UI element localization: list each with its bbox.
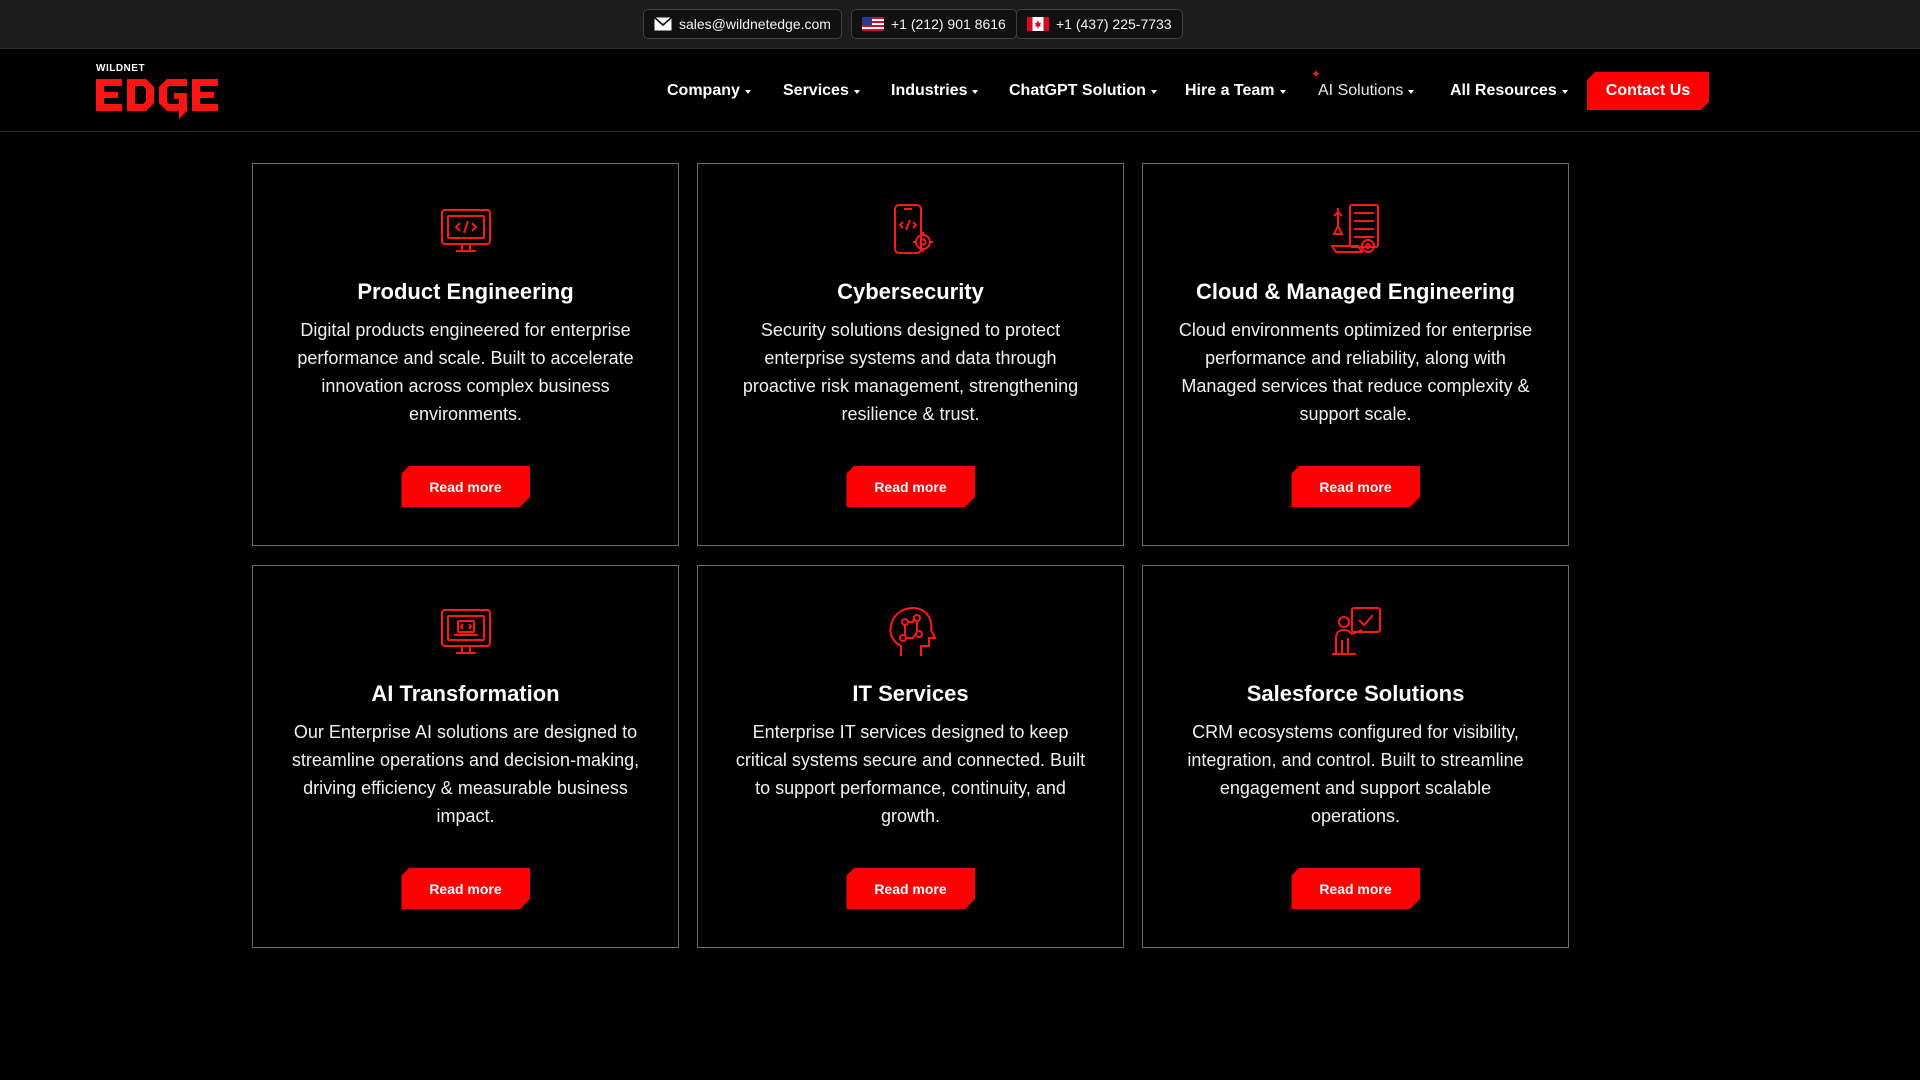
phone-ca-text: +1 (437) 225-7733 (1056, 16, 1172, 32)
circuit-head-icon (889, 606, 937, 656)
nav-chatgpt-solution[interactable]: ChatGPT Solution (1009, 79, 1157, 103)
read-more-button[interactable]: Read more (1291, 868, 1420, 909)
edge-logo-icon (96, 79, 218, 119)
chevron-down-icon (744, 90, 751, 94)
nav-resources-label: All Resources (1450, 82, 1557, 99)
chevron-down-icon (1408, 90, 1415, 94)
logo-wordmark-small: WILDNET (96, 63, 146, 74)
nav-industries[interactable]: Industries (891, 79, 979, 103)
card-description: Our Enterprise AI solutions are designed… (291, 722, 640, 826)
nav-hire-label: Hire a Team (1185, 82, 1275, 99)
read-more-button[interactable]: Read more (846, 466, 975, 507)
presenter-check-icon (1331, 607, 1381, 655)
card-description: CRM ecosystems configured for visibility… (1187, 722, 1524, 826)
nav-hire-a-team[interactable]: Hire a Team (1185, 79, 1286, 103)
read-more-button[interactable]: Read more (401, 466, 530, 507)
chevron-down-icon (853, 90, 860, 94)
nav-ai-solutions[interactable]: AI Solutions (1318, 79, 1415, 103)
nav-chatgpt-label: ChatGPT Solution (1009, 82, 1146, 99)
nav-company[interactable]: Company (667, 79, 751, 103)
nav-all-resources[interactable]: All Resources (1450, 79, 1568, 103)
nav-ai-label: AI Solutions (1318, 82, 1404, 99)
nav-industries-label: Industries (891, 82, 968, 99)
card-title: AI Transformation (371, 681, 560, 706)
mobile-code-gear-icon (893, 204, 933, 254)
card-title: Cybersecurity (837, 279, 984, 304)
ai-monitor-icon (440, 609, 491, 654)
contact-us-button[interactable]: Contact Us (1587, 72, 1709, 110)
card-salesforce-solutions: Salesforce Solutions CRM ecosystems conf… (1142, 565, 1569, 948)
phone-us-text: +1 (212) 901 8616 (891, 16, 1006, 32)
chevron-down-icon (1279, 90, 1286, 94)
phone-ca-link[interactable]: +1 (437) 225-7733 (1016, 9, 1183, 39)
card-title: Cloud & Managed Engineering (1195, 279, 1515, 304)
card-product-engineering: Product Engineering Digital products eng… (252, 163, 679, 546)
code-monitor-icon (440, 209, 491, 252)
email-link[interactable]: sales@wildnetedge.com (643, 9, 842, 39)
card-description: Security solutions designed to protect e… (742, 320, 1079, 424)
card-title: Product Engineering (357, 279, 574, 304)
card-description: Cloud environments optimized for enterpr… (1178, 320, 1533, 424)
card-title: Salesforce Solutions (1246, 681, 1465, 706)
card-description: Enterprise IT services designed to keep … (735, 722, 1086, 826)
card-description: Digital products engineered for enterpri… (297, 320, 634, 424)
read-more-button[interactable]: Read more (846, 868, 975, 909)
brand-logo[interactable]: WILDNET (96, 63, 220, 121)
card-ai-transformation: AI Transformation Our Enterprise AI solu… (252, 565, 679, 948)
chevron-down-icon (1561, 90, 1568, 94)
email-text: sales@wildnetedge.com (679, 16, 831, 32)
server-tools-icon (1329, 204, 1379, 253)
nav-services[interactable]: Services (783, 79, 860, 103)
read-more-button[interactable]: Read more (401, 868, 530, 909)
us-flag-icon (862, 17, 884, 31)
top-contact-bar: sales@wildnetedge.com +1 (212) 901 8616 … (0, 0, 1920, 49)
envelope-icon (654, 17, 672, 31)
chevron-down-icon (1150, 90, 1157, 94)
nav-company-label: Company (667, 82, 740, 99)
canada-flag-icon (1027, 17, 1049, 31)
chevron-down-icon (972, 90, 979, 94)
card-it-services: IT Services Enterprise IT services desig… (697, 565, 1124, 948)
card-title: IT Services (852, 681, 969, 706)
card-cybersecurity: Cybersecurity Security solutions designe… (697, 163, 1124, 546)
card-cloud-managed-engineering: Cloud & Managed Engineering Cloud enviro… (1142, 163, 1569, 546)
nav-services-label: Services (783, 82, 849, 99)
read-more-button[interactable]: Read more (1291, 466, 1420, 507)
phone-us-link[interactable]: +1 (212) 901 8616 (851, 9, 1017, 39)
